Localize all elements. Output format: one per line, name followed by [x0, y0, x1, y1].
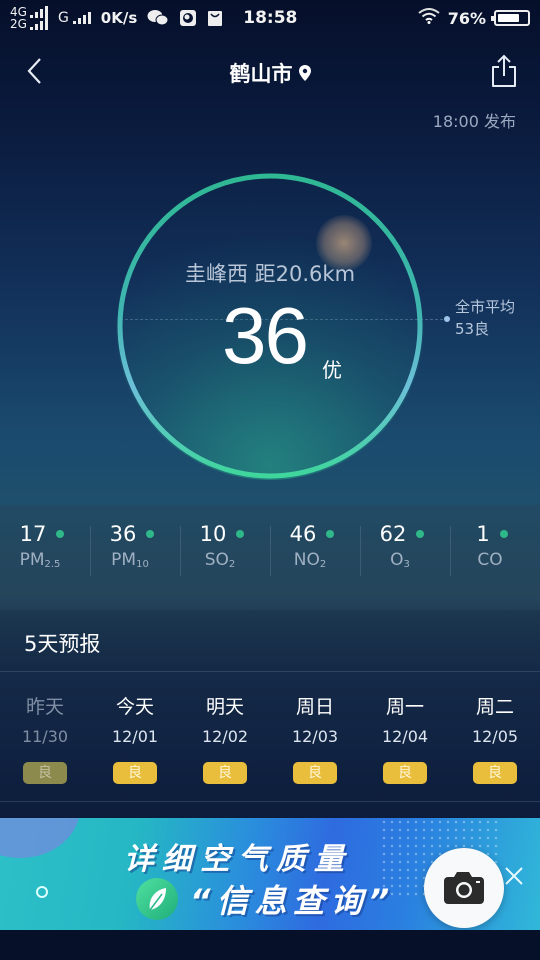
forecast-header: 5天预报: [0, 610, 540, 672]
pollutant-pm25[interactable]: 17 PM2.5: [0, 522, 90, 580]
aqi-value: 36: [222, 291, 309, 380]
network-type-2: 2G: [10, 17, 27, 31]
publish-time: 18:00 发布: [432, 112, 516, 131]
banner-subheadline: “信息查询”: [190, 882, 396, 920]
camera-icon: [444, 872, 484, 904]
share-button[interactable]: [490, 54, 518, 88]
status-dot: [236, 530, 245, 538]
status-dot: [146, 530, 155, 538]
pollutant-no2[interactable]: 46 NO2: [270, 522, 360, 580]
aqi-level: 优: [322, 358, 342, 382]
forecast-day-tuesday[interactable]: 周二 12/05 良: [450, 672, 540, 801]
pollutant-value: 10: [199, 522, 227, 546]
aqi-level-badge: 良: [113, 762, 157, 784]
pollutant-value: 46: [289, 522, 317, 546]
network-type-3: G: [57, 10, 69, 26]
day-name: 周一: [385, 696, 424, 718]
status-dot: [56, 530, 65, 538]
leaf-icon: [136, 878, 178, 920]
day-date: 12/03: [291, 727, 339, 746]
forecast-day-sunday[interactable]: 周日 12/03 良: [270, 672, 360, 801]
camera-button[interactable]: [424, 848, 504, 928]
pollutant-value: 1: [476, 522, 490, 546]
close-icon: [505, 867, 523, 885]
day-name: 明天: [205, 696, 244, 718]
signal-icon: [72, 12, 91, 24]
app-header: 鹤山市: [0, 48, 540, 94]
signal-icon: [29, 6, 48, 18]
pollutant-name: SO2: [204, 550, 236, 570]
banner-headline: 详细空气质量: [124, 842, 352, 877]
forecast-list: 昨天 11/30 良 今天 12/01 良 明天 12/02 良 周日 12/0…: [0, 672, 540, 802]
city-average: 全市平均 53良: [455, 296, 515, 340]
forecast-day-monday[interactable]: 周一 12/04 良: [360, 672, 450, 801]
network-speed: 0K/s: [100, 9, 138, 27]
aqi-level-badge: 良: [293, 762, 337, 784]
network-indicators: 4G 2G: [10, 6, 48, 30]
forecast-day-yesterday[interactable]: 昨天 11/30 良: [0, 672, 90, 801]
status-dot: [499, 530, 508, 538]
day-date: 12/01: [111, 727, 159, 746]
pollutant-pm10[interactable]: 36 PM10: [90, 522, 180, 580]
day-name: 昨天: [25, 696, 64, 718]
aqi-level-badge: 良: [23, 762, 67, 784]
location-pin-icon: [298, 65, 311, 81]
network-indicator-3: G: [58, 10, 91, 26]
wifi-icon: [418, 8, 440, 28]
pollutant-value: 17: [19, 522, 47, 546]
aqi-level-badge: 良: [203, 762, 247, 784]
pollutant-list: 17 PM2.5 36 PM10 10 SO2 46 NO2 62 O3 1 C…: [0, 505, 540, 597]
share-icon: [492, 54, 516, 87]
status-dot: [326, 530, 335, 538]
city-average-label: 全市平均: [455, 298, 516, 316]
city-average-value: 53良: [455, 320, 490, 338]
aqi-level-badge: 良: [383, 762, 427, 784]
forecast-day-tomorrow[interactable]: 明天 12/02 良: [180, 672, 270, 801]
day-name: 今天: [115, 696, 154, 718]
forecast-day-today[interactable]: 今天 12/01 良: [90, 672, 180, 801]
pollutant-value: 62: [379, 522, 407, 546]
pollutant-value: 36: [109, 522, 137, 546]
browser-icon: [179, 9, 197, 27]
status-dot: [416, 530, 425, 538]
city-name: 鹤山市: [229, 62, 293, 86]
battery-percent: 76%: [447, 8, 486, 28]
day-date: 12/05: [471, 727, 519, 746]
banner-decoration: [0, 818, 80, 858]
pollutant-o3[interactable]: 62 O3: [360, 522, 450, 580]
clock: 18:58: [243, 8, 298, 28]
day-date: 11/30: [21, 727, 69, 746]
day-name: 周日: [295, 696, 334, 718]
aqi-level-badge: 良: [473, 762, 517, 784]
pollutant-so2[interactable]: 10 SO2: [180, 522, 270, 580]
pollutant-name: PM10: [111, 550, 149, 570]
day-date: 12/02: [201, 727, 249, 746]
station-name: 圭峰西 距20.6km: [184, 262, 356, 286]
banner-close-button[interactable]: [502, 864, 526, 888]
shopping-icon: [207, 9, 223, 27]
pollutant-name: PM2.5: [19, 550, 61, 570]
city-average-marker: [444, 316, 450, 322]
forecast-title: 5天预报: [24, 632, 101, 656]
pollutant-name: CO: [477, 550, 503, 570]
signal-icon: [29, 18, 48, 30]
battery-icon: [491, 10, 530, 26]
day-date: 12/04: [381, 727, 429, 746]
pollutant-name: NO2: [293, 550, 327, 570]
pollutant-co[interactable]: 1 CO: [450, 522, 540, 580]
pollutant-name: O3: [390, 550, 410, 570]
battery-level: [498, 14, 520, 22]
wechat-icon: [147, 9, 169, 27]
day-name: 周二: [475, 696, 514, 718]
city-title[interactable]: 鹤山市: [0, 58, 540, 88]
ring-decoration: [36, 886, 48, 898]
status-bar: 4G 2G G 0K/s 18:58 76%: [0, 0, 540, 36]
bottom-area: [0, 930, 540, 960]
